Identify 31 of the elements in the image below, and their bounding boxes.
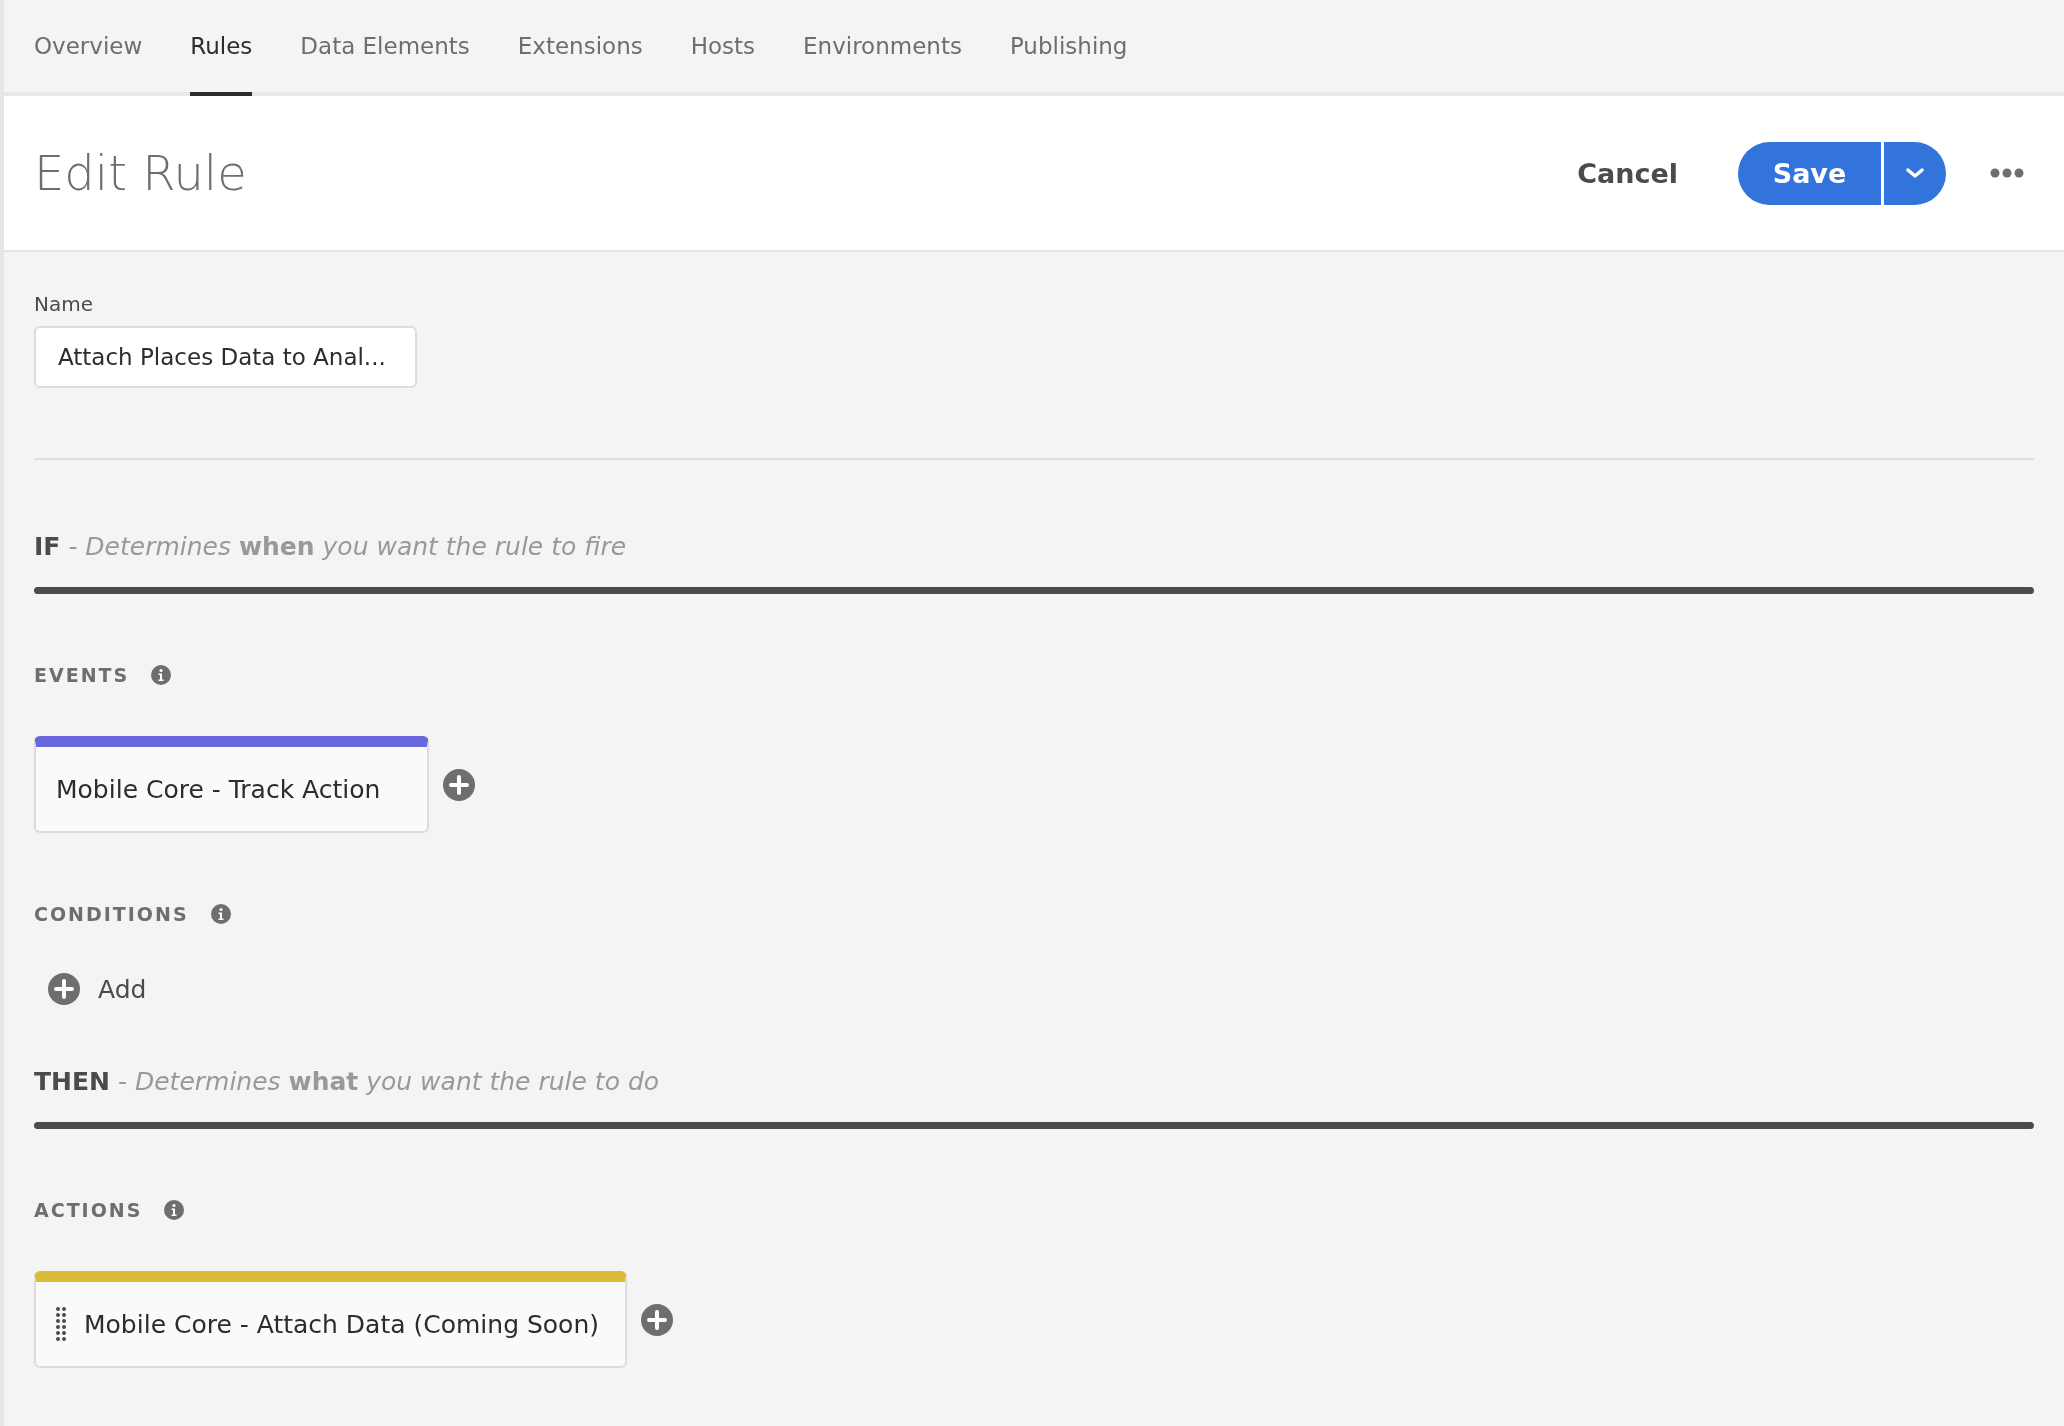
caret-icon [1905, 167, 1925, 179]
add-icon[interactable] [443, 768, 475, 801]
nav-tab[interactable]: Overview [34, 0, 143, 96]
card-label: Mobile Core - Attach Data (Coming Soon) [84, 1309, 599, 1339]
cancel-button[interactable]: Cancel [1571, 156, 1684, 190]
more-icon[interactable] [1990, 168, 2024, 178]
info-icon[interactable] [151, 665, 172, 685]
save-button[interactable]: Save [1738, 141, 1881, 205]
add-icon[interactable] [48, 973, 80, 1005]
rule-component-card[interactable]: Mobile Core - Attach Data (Coming Soon) [34, 1271, 627, 1368]
card-label: Mobile Core - Track Action [56, 774, 381, 804]
nav-tab[interactable]: Hosts [690, 0, 756, 96]
section-heading: IF - Determines when you want the rule to fire [34, 532, 628, 561]
drag-handle-icon[interactable] [56, 1306, 66, 1342]
page-title: Edit Rule [34, 145, 248, 201]
save-dropdown-button[interactable] [1884, 141, 1946, 205]
nav-tab[interactable]: Publishing [1009, 0, 1128, 96]
nav-tab[interactable]: Environments [803, 0, 962, 96]
add-icon[interactable] [641, 1303, 673, 1336]
info-icon[interactable] [164, 1200, 185, 1220]
group-title: CONDITIONS [34, 903, 189, 925]
section-heading: THEN - Determines what you want the rule to do [34, 1067, 661, 1096]
name-input[interactable]: Attach Places Data to Anal... [34, 326, 417, 388]
group-title: EVENTS [34, 664, 130, 686]
add-button[interactable]: Add [48, 973, 147, 1005]
rule-component-card[interactable]: Mobile Core - Track Action [34, 736, 429, 833]
info-icon[interactable] [210, 904, 231, 924]
group-title: ACTIONS [34, 1199, 143, 1221]
nav-tab[interactable]: Extensions [517, 0, 643, 96]
field-label: Name [34, 292, 94, 316]
nav-tab[interactable]: Data Elements [300, 0, 470, 96]
